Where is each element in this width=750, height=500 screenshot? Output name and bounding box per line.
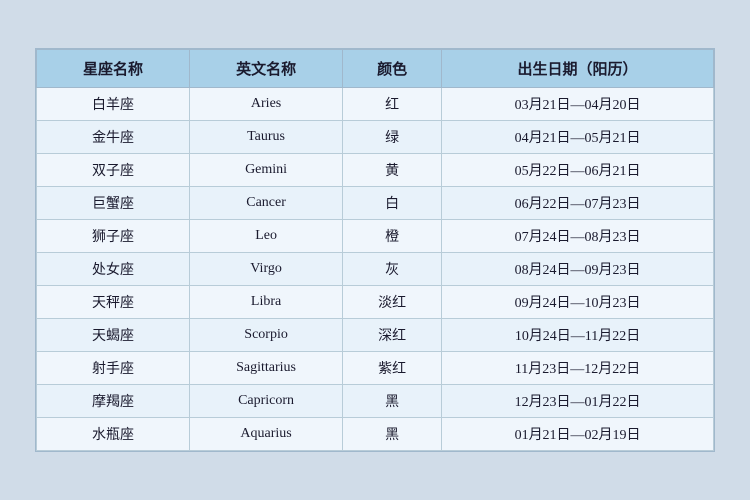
cell-date: 05月22日—06月21日 <box>442 154 714 187</box>
header-color: 颜色 <box>343 50 442 88</box>
table-row: 巨蟹座Cancer白06月22日—07月23日 <box>37 187 714 220</box>
header-english-name: 英文名称 <box>190 50 343 88</box>
cell-english-name: Taurus <box>190 121 343 154</box>
cell-english-name: Gemini <box>190 154 343 187</box>
cell-date: 04月21日—05月21日 <box>442 121 714 154</box>
zodiac-table-container: 星座名称 英文名称 颜色 出生日期（阳历） 白羊座Aries红03月21日—04… <box>35 48 715 452</box>
cell-chinese-name: 巨蟹座 <box>37 187 190 220</box>
cell-english-name: Leo <box>190 220 343 253</box>
table-row: 天秤座Libra淡红09月24日—10月23日 <box>37 286 714 319</box>
cell-color: 绿 <box>343 121 442 154</box>
cell-date: 07月24日—08月23日 <box>442 220 714 253</box>
cell-color: 深红 <box>343 319 442 352</box>
cell-chinese-name: 狮子座 <box>37 220 190 253</box>
table-row: 白羊座Aries红03月21日—04月20日 <box>37 88 714 121</box>
table-row: 双子座Gemini黄05月22日—06月21日 <box>37 154 714 187</box>
header-chinese-name: 星座名称 <box>37 50 190 88</box>
cell-color: 黑 <box>343 418 442 451</box>
cell-english-name: Cancer <box>190 187 343 220</box>
cell-date: 11月23日—12月22日 <box>442 352 714 385</box>
table-body: 白羊座Aries红03月21日—04月20日金牛座Taurus绿04月21日—0… <box>37 88 714 451</box>
table-row: 处女座Virgo灰08月24日—09月23日 <box>37 253 714 286</box>
header-date: 出生日期（阳历） <box>442 50 714 88</box>
cell-chinese-name: 金牛座 <box>37 121 190 154</box>
cell-chinese-name: 摩羯座 <box>37 385 190 418</box>
cell-date: 12月23日—01月22日 <box>442 385 714 418</box>
cell-english-name: Sagittarius <box>190 352 343 385</box>
cell-chinese-name: 白羊座 <box>37 88 190 121</box>
cell-color: 红 <box>343 88 442 121</box>
cell-english-name: Scorpio <box>190 319 343 352</box>
cell-chinese-name: 处女座 <box>37 253 190 286</box>
cell-english-name: Capricorn <box>190 385 343 418</box>
cell-color: 黑 <box>343 385 442 418</box>
cell-color: 紫红 <box>343 352 442 385</box>
cell-date: 09月24日—10月23日 <box>442 286 714 319</box>
table-row: 摩羯座Capricorn黑12月23日—01月22日 <box>37 385 714 418</box>
cell-color: 灰 <box>343 253 442 286</box>
cell-english-name: Libra <box>190 286 343 319</box>
table-header-row: 星座名称 英文名称 颜色 出生日期（阳历） <box>37 50 714 88</box>
cell-english-name: Aries <box>190 88 343 121</box>
table-row: 狮子座Leo橙07月24日—08月23日 <box>37 220 714 253</box>
cell-date: 01月21日—02月19日 <box>442 418 714 451</box>
cell-english-name: Virgo <box>190 253 343 286</box>
cell-chinese-name: 双子座 <box>37 154 190 187</box>
cell-english-name: Aquarius <box>190 418 343 451</box>
cell-color: 黄 <box>343 154 442 187</box>
table-row: 天蝎座Scorpio深红10月24日—11月22日 <box>37 319 714 352</box>
cell-date: 08月24日—09月23日 <box>442 253 714 286</box>
cell-chinese-name: 天蝎座 <box>37 319 190 352</box>
cell-chinese-name: 水瓶座 <box>37 418 190 451</box>
cell-color: 淡红 <box>343 286 442 319</box>
cell-color: 橙 <box>343 220 442 253</box>
table-row: 射手座Sagittarius紫红11月23日—12月22日 <box>37 352 714 385</box>
table-row: 水瓶座Aquarius黑01月21日—02月19日 <box>37 418 714 451</box>
cell-color: 白 <box>343 187 442 220</box>
table-row: 金牛座Taurus绿04月21日—05月21日 <box>37 121 714 154</box>
zodiac-table: 星座名称 英文名称 颜色 出生日期（阳历） 白羊座Aries红03月21日—04… <box>36 49 714 451</box>
cell-date: 06月22日—07月23日 <box>442 187 714 220</box>
cell-date: 03月21日—04月20日 <box>442 88 714 121</box>
cell-chinese-name: 射手座 <box>37 352 190 385</box>
cell-chinese-name: 天秤座 <box>37 286 190 319</box>
cell-date: 10月24日—11月22日 <box>442 319 714 352</box>
